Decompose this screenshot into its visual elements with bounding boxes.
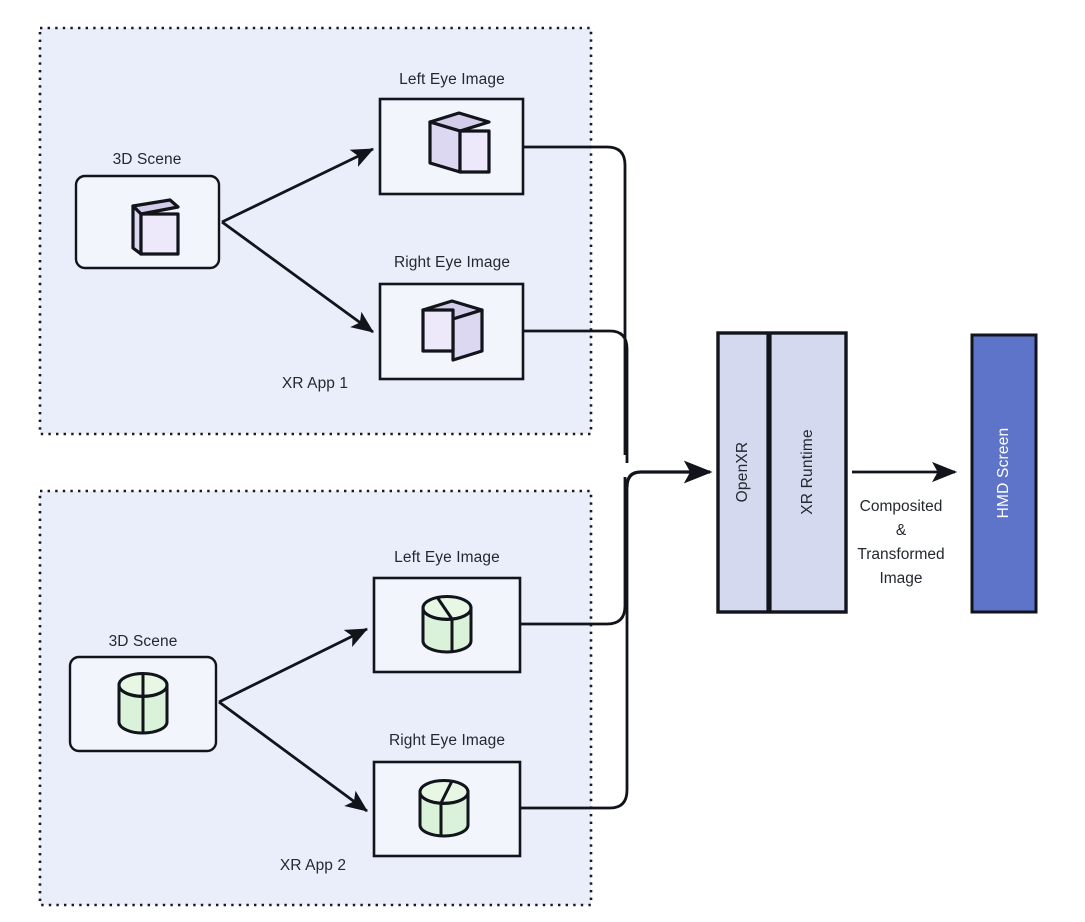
xr-app-2-label: XR App 2 xyxy=(279,857,347,874)
app2-scene-cylinder-icon xyxy=(117,672,169,735)
app1-left-eye-label: Left Eye Image xyxy=(399,71,505,88)
app2-right-eye-cylinder-icon xyxy=(418,779,470,838)
app1-right-eye-label: Right Eye Image xyxy=(393,254,511,271)
openxr-label: OpenXR xyxy=(734,441,751,503)
hmd-screen-label: HMD Screen xyxy=(995,427,1012,519)
diagram-canvas: 3D Scene Left Eye Image Right Eye Image … xyxy=(0,0,1085,922)
caption-line-1: Composited xyxy=(859,498,943,515)
app1-right-eye-cube-icon xyxy=(421,299,484,362)
app2-left-eye-label: Left Eye Image xyxy=(394,549,500,566)
xr-runtime-label: XR Runtime xyxy=(799,429,816,515)
composited-transformed-caption: Composited & Transformed Image xyxy=(857,495,944,591)
app2-scene-label: 3D Scene xyxy=(108,633,178,650)
caption-line-4: Image xyxy=(879,570,923,588)
xr-app-1-label: XR App 1 xyxy=(281,375,349,392)
app1-scene-cube-icon xyxy=(131,198,180,256)
caption-line-3: Transformed xyxy=(857,546,945,564)
app1-scene-label: 3D Scene xyxy=(112,151,182,168)
diagram-graphics xyxy=(38,26,1038,907)
app2-left-eye-cylinder-icon xyxy=(421,595,473,654)
caption-line-2: & xyxy=(895,522,907,540)
app2-right-eye-label: Right Eye Image xyxy=(388,732,506,749)
app1-left-eye-cube-icon xyxy=(428,111,491,174)
bus-to-openxr-arrow xyxy=(625,460,713,488)
